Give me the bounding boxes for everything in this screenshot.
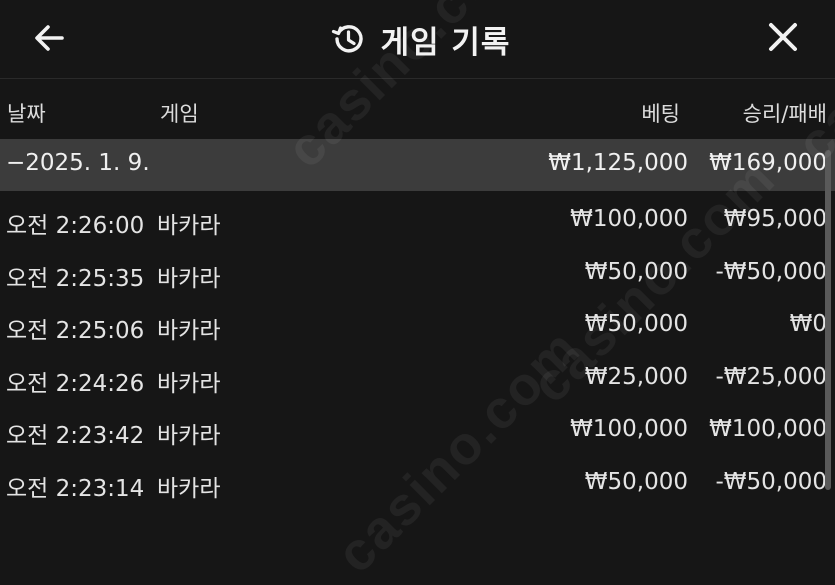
row-time: 오전 2:26:00 — [6, 213, 145, 239]
column-header-date: 날짜 — [7, 102, 46, 126]
history-row[interactable]: 오전 2:25:06 바카라 ₩50,000 ₩0 — [0, 299, 835, 352]
history-row[interactable]: 오전 2:23:14 바카라 ₩50,000 -₩50,000 — [0, 457, 835, 510]
close-button[interactable] — [760, 16, 806, 60]
row-time: 오전 2:24:26 — [6, 370, 145, 397]
back-button[interactable] — [28, 18, 72, 58]
row-time: 오전 2:23:42 — [6, 423, 145, 449]
row-game: 바카라 — [157, 423, 221, 449]
row-time: 오전 2:23:14 — [6, 475, 145, 502]
history-list: 오전 2:26:00 바카라 ₩100,000 ₩95,000 오전 2:25:… — [0, 194, 835, 509]
row-win-loss: ₩95,000 — [723, 206, 827, 232]
row-game: 바카라 — [157, 370, 221, 397]
column-header-bet: 베팅 — [641, 102, 680, 126]
column-header-row: 날짜 게임 베팅 승리/패배 — [0, 84, 835, 138]
arrow-left-icon — [35, 25, 64, 51]
row-game: 바카라 — [157, 265, 221, 292]
history-icon — [331, 25, 363, 53]
date-group-row[interactable]: −2025. 1. 9. ₩1,125,000 ₩169,000 — [0, 139, 835, 191]
column-header-win-loss: 승리/패배 — [742, 102, 827, 126]
row-game: 바카라 — [157, 475, 221, 502]
row-bet: ₩100,000 — [570, 206, 688, 232]
row-time: 오전 2:25:35 — [6, 265, 145, 292]
group-bet-total: ₩1,125,000 — [548, 150, 688, 176]
header: 게임 기록 — [0, 0, 835, 79]
history-row[interactable]: 오전 2:23:42 바카라 ₩100,000 ₩100,000 — [0, 404, 835, 457]
scrollbar-thumb[interactable] — [825, 150, 831, 490]
history-row[interactable]: 오전 2:24:26 바카라 ₩25,000 -₩25,000 — [0, 352, 835, 405]
row-game: 바카라 — [157, 213, 221, 239]
row-win-loss: ₩0 — [789, 311, 827, 337]
row-bet: ₩100,000 — [570, 416, 688, 442]
title-bar: 게임 기록 — [0, 0, 835, 78]
group-date: −2025. 1. 9. — [6, 150, 150, 176]
close-icon — [769, 23, 797, 51]
row-game: 바카라 — [157, 318, 221, 344]
row-win-loss: ₩100,000 — [709, 416, 827, 442]
history-row[interactable]: 오전 2:26:00 바카라 ₩100,000 ₩95,000 — [0, 194, 835, 247]
row-bet: ₩50,000 — [584, 258, 688, 285]
row-win-loss: -₩25,000 — [715, 363, 827, 390]
row-win-loss: -₩50,000 — [715, 468, 827, 495]
row-bet: ₩50,000 — [584, 311, 688, 337]
row-win-loss: -₩50,000 — [715, 258, 827, 285]
column-header-game: 게임 — [160, 102, 199, 126]
group-win-loss-total: ₩169,000 — [709, 150, 827, 176]
row-time: 오전 2:25:06 — [6, 318, 145, 344]
row-bet: ₩50,000 — [584, 468, 688, 495]
history-row[interactable]: 오전 2:25:35 바카라 ₩50,000 -₩50,000 — [0, 247, 835, 300]
page-title: 게임 기록 — [380, 24, 511, 61]
row-bet: ₩25,000 — [584, 363, 688, 390]
